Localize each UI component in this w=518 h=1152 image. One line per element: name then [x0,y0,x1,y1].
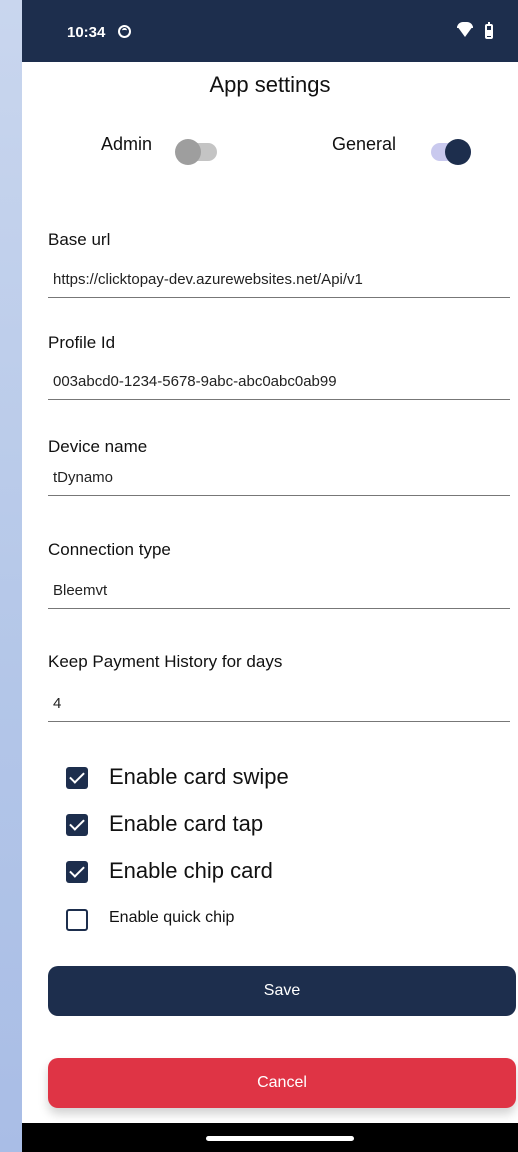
enable-chip-card-label: Enable chip card [109,858,273,883]
enable-card-swipe-checkbox[interactable] [66,767,88,789]
connection-type-label: Connection type [48,540,171,559]
navigation-bar [22,1123,518,1152]
base-url-label: Base url [48,230,111,249]
payment-history-label: Keep Payment History for days [48,652,283,671]
device-name-label: Device name [48,437,148,456]
wifi-icon [457,22,473,37]
home-indicator[interactable] [206,1136,354,1141]
cancel-button[interactable]: Cancel [48,1058,516,1108]
general-toggle-label: General [332,134,397,154]
status-bar: 10:34 [22,0,518,62]
device-name-input[interactable] [48,460,510,496]
admin-toggle-label: Admin [101,134,153,154]
battery-icon [485,22,493,39]
connection-type-input[interactable] [48,573,510,609]
page-title: App settings [209,72,331,97]
enable-quick-chip-checkbox[interactable] [66,909,88,931]
enable-chip-card-checkbox[interactable] [66,861,88,883]
admin-toggle-knob [175,139,201,165]
enable-quick-chip-label: Enable quick chip [109,909,235,926]
app-screen: 10:34 App settings Admin General Base ur… [22,0,518,1152]
general-toggle-knob [445,139,471,165]
profile-id-input[interactable] [48,364,510,400]
base-url-input[interactable] [48,262,510,298]
enable-card-swipe-label: Enable card swipe [109,764,289,789]
status-time: 10:34 [67,24,106,41]
payment-history-input[interactable] [48,686,510,722]
profile-id-label: Profile Id [48,333,116,352]
enable-card-tap-checkbox[interactable] [66,814,88,836]
general-toggle[interactable] [431,139,471,165]
enable-card-tap-label: Enable card tap [109,811,264,836]
save-button[interactable]: Save [48,966,516,1016]
admin-toggle[interactable] [175,139,217,165]
sync-icon [118,25,131,38]
